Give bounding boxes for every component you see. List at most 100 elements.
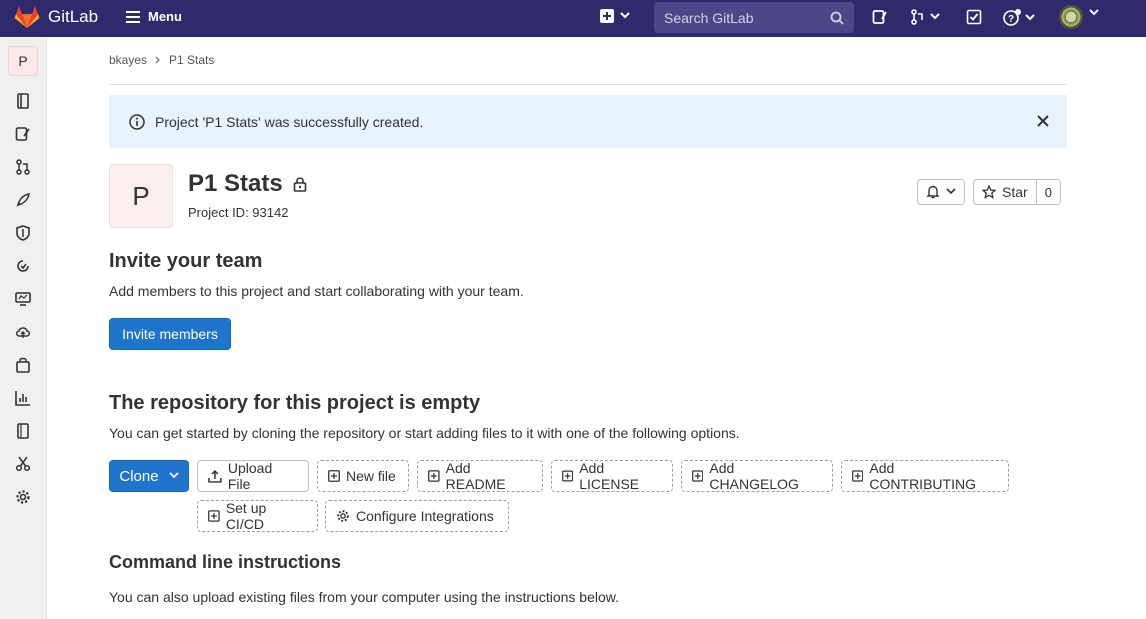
- repository-icon: [17, 93, 29, 109]
- breadcrumb: bkayes P1 Stats: [109, 53, 214, 67]
- sidebar-item-issues[interactable]: [15, 126, 31, 142]
- breadcrumb-project[interactable]: P1 Stats: [169, 53, 214, 67]
- star-count[interactable]: 0: [1037, 180, 1060, 204]
- chevron-down-icon: [168, 472, 179, 479]
- bell-icon: [926, 185, 940, 199]
- plus-square-icon: [852, 470, 864, 482]
- star-button-group: Star 0: [973, 179, 1061, 205]
- todo-check-icon: [966, 9, 982, 25]
- merge-request-icon: [911, 9, 923, 25]
- plus-square-icon: [600, 9, 614, 23]
- breadcrumb-divider: [109, 84, 1067, 85]
- issues-icon: [15, 127, 30, 141]
- close-icon[interactable]: [1037, 115, 1049, 127]
- issues-button[interactable]: [872, 9, 888, 25]
- sidebar-item-packages[interactable]: [15, 357, 31, 373]
- alert-message: Project 'P1 Stats' was successfully crea…: [155, 113, 424, 130]
- upload-file-button[interactable]: Upload File: [197, 460, 309, 492]
- project-avatar: P: [109, 164, 173, 228]
- gear-icon: [337, 510, 349, 522]
- project-sidebar: P: [0, 37, 47, 619]
- gear-icon: [16, 490, 30, 504]
- sidebar-item-infrastructure[interactable]: [15, 324, 31, 340]
- search-icon: [830, 11, 844, 25]
- configure-integrations-button[interactable]: Configure Integrations: [325, 500, 509, 532]
- chevron-down-icon: [930, 13, 940, 20]
- sidebar-item-merge-requests[interactable]: [15, 159, 31, 175]
- invite-description: Add members to this project and start co…: [109, 283, 524, 299]
- top-navbar: GitLab Menu Search GitLab ?: [0, 0, 1146, 37]
- book-icon: [17, 423, 29, 439]
- sidebar-item-analytics[interactable]: [15, 390, 31, 406]
- chevron-down-icon: [1089, 9, 1099, 16]
- package-icon: [16, 357, 30, 373]
- setup-ci-cd-label: Set up CI/CD: [225, 500, 267, 532]
- new-file-button[interactable]: New file: [317, 460, 409, 492]
- invite-members-button[interactable]: Invite members: [109, 318, 231, 350]
- chevron-down-icon: [946, 188, 956, 195]
- new-file-label: New file: [346, 468, 396, 484]
- plus-square-icon: [692, 470, 704, 482]
- brand-name: GitLab: [48, 7, 99, 26]
- add-readme-button[interactable]: Add README: [417, 460, 543, 492]
- search-placeholder: Search GitLab: [664, 9, 754, 26]
- todos-button[interactable]: [966, 9, 982, 25]
- add-license-button[interactable]: Add LICENSE: [551, 460, 673, 492]
- add-changelog-button[interactable]: Add CHANGELOG: [681, 460, 833, 492]
- scissors-icon: [15, 456, 31, 472]
- star-button[interactable]: Star: [974, 180, 1037, 204]
- chevron-down-icon: [1025, 14, 1035, 21]
- upload-file-label: Upload File: [227, 460, 273, 492]
- project-title: P1 Stats: [188, 170, 307, 198]
- rocket-icon: [16, 193, 30, 207]
- add-contributing-button[interactable]: Add CONTRIBUTING: [841, 460, 1009, 492]
- sidebar-item-settings[interactable]: [15, 489, 31, 505]
- clone-label: Clone: [119, 467, 159, 485]
- plus-square-icon: [428, 470, 440, 482]
- gitlab-logo[interactable]: GitLab: [14, 5, 98, 29]
- plus-square-icon: [328, 470, 340, 482]
- star-label: Star: [1002, 184, 1028, 200]
- setup-ci-cd-button[interactable]: Set up CI/CD: [197, 500, 318, 532]
- project-name: P1 Stats: [188, 170, 283, 197]
- empty-repo-description: You can get started by cloning the repos…: [109, 425, 740, 441]
- sidebar-item-deployments[interactable]: [15, 258, 31, 274]
- search-input[interactable]: Search GitLab: [654, 2, 854, 33]
- menu-button[interactable]: Menu: [126, 9, 182, 24]
- gitlab-tanuki-icon: [14, 6, 40, 28]
- add-readme-label: Add README: [445, 460, 506, 492]
- plus-square-icon: [208, 510, 220, 522]
- sidebar-item-wiki[interactable]: [15, 423, 31, 439]
- notification-settings-button[interactable]: [917, 179, 965, 205]
- clone-dropdown-button[interactable]: Clone: [109, 460, 189, 492]
- hamburger-icon: [126, 10, 140, 23]
- cli-description: You can also upload existing files from …: [109, 589, 619, 605]
- sidebar-item-snippets[interactable]: [15, 456, 31, 472]
- menu-label: Menu: [148, 9, 182, 24]
- add-changelog-label: Add CHANGELOG: [709, 460, 799, 492]
- chart-icon: [15, 391, 30, 406]
- new-dropdown-button[interactable]: [600, 9, 630, 23]
- sidebar-item-repository[interactable]: [15, 93, 31, 109]
- merge-requests-button[interactable]: [910, 9, 940, 25]
- upload-icon: [208, 470, 222, 483]
- merge-request-icon: [16, 159, 30, 175]
- sidebar-item-monitor[interactable]: [15, 291, 31, 307]
- help-button[interactable]: ?: [1003, 9, 1035, 27]
- sidebar-project-avatar[interactable]: P: [8, 46, 38, 76]
- user-menu-chevron[interactable]: [1089, 9, 1099, 17]
- breadcrumb-owner[interactable]: bkayes: [109, 53, 147, 67]
- lock-icon: [293, 177, 307, 192]
- success-alert: Project 'P1 Stats' was successfully crea…: [109, 95, 1067, 148]
- help-icon: ?: [1003, 9, 1021, 26]
- sidebar-item-security[interactable]: [15, 225, 31, 241]
- star-icon: [982, 185, 996, 199]
- info-icon: [129, 113, 145, 130]
- svg-text:?: ?: [1008, 14, 1014, 25]
- issues-icon: [872, 10, 887, 24]
- configure-integrations-label: Configure Integrations: [356, 508, 494, 524]
- empty-repo-heading: The repository for this project is empty: [109, 392, 481, 414]
- plus-square-icon: [562, 470, 574, 482]
- sidebar-item-ci-cd[interactable]: [15, 192, 31, 208]
- user-avatar[interactable]: [1059, 5, 1083, 29]
